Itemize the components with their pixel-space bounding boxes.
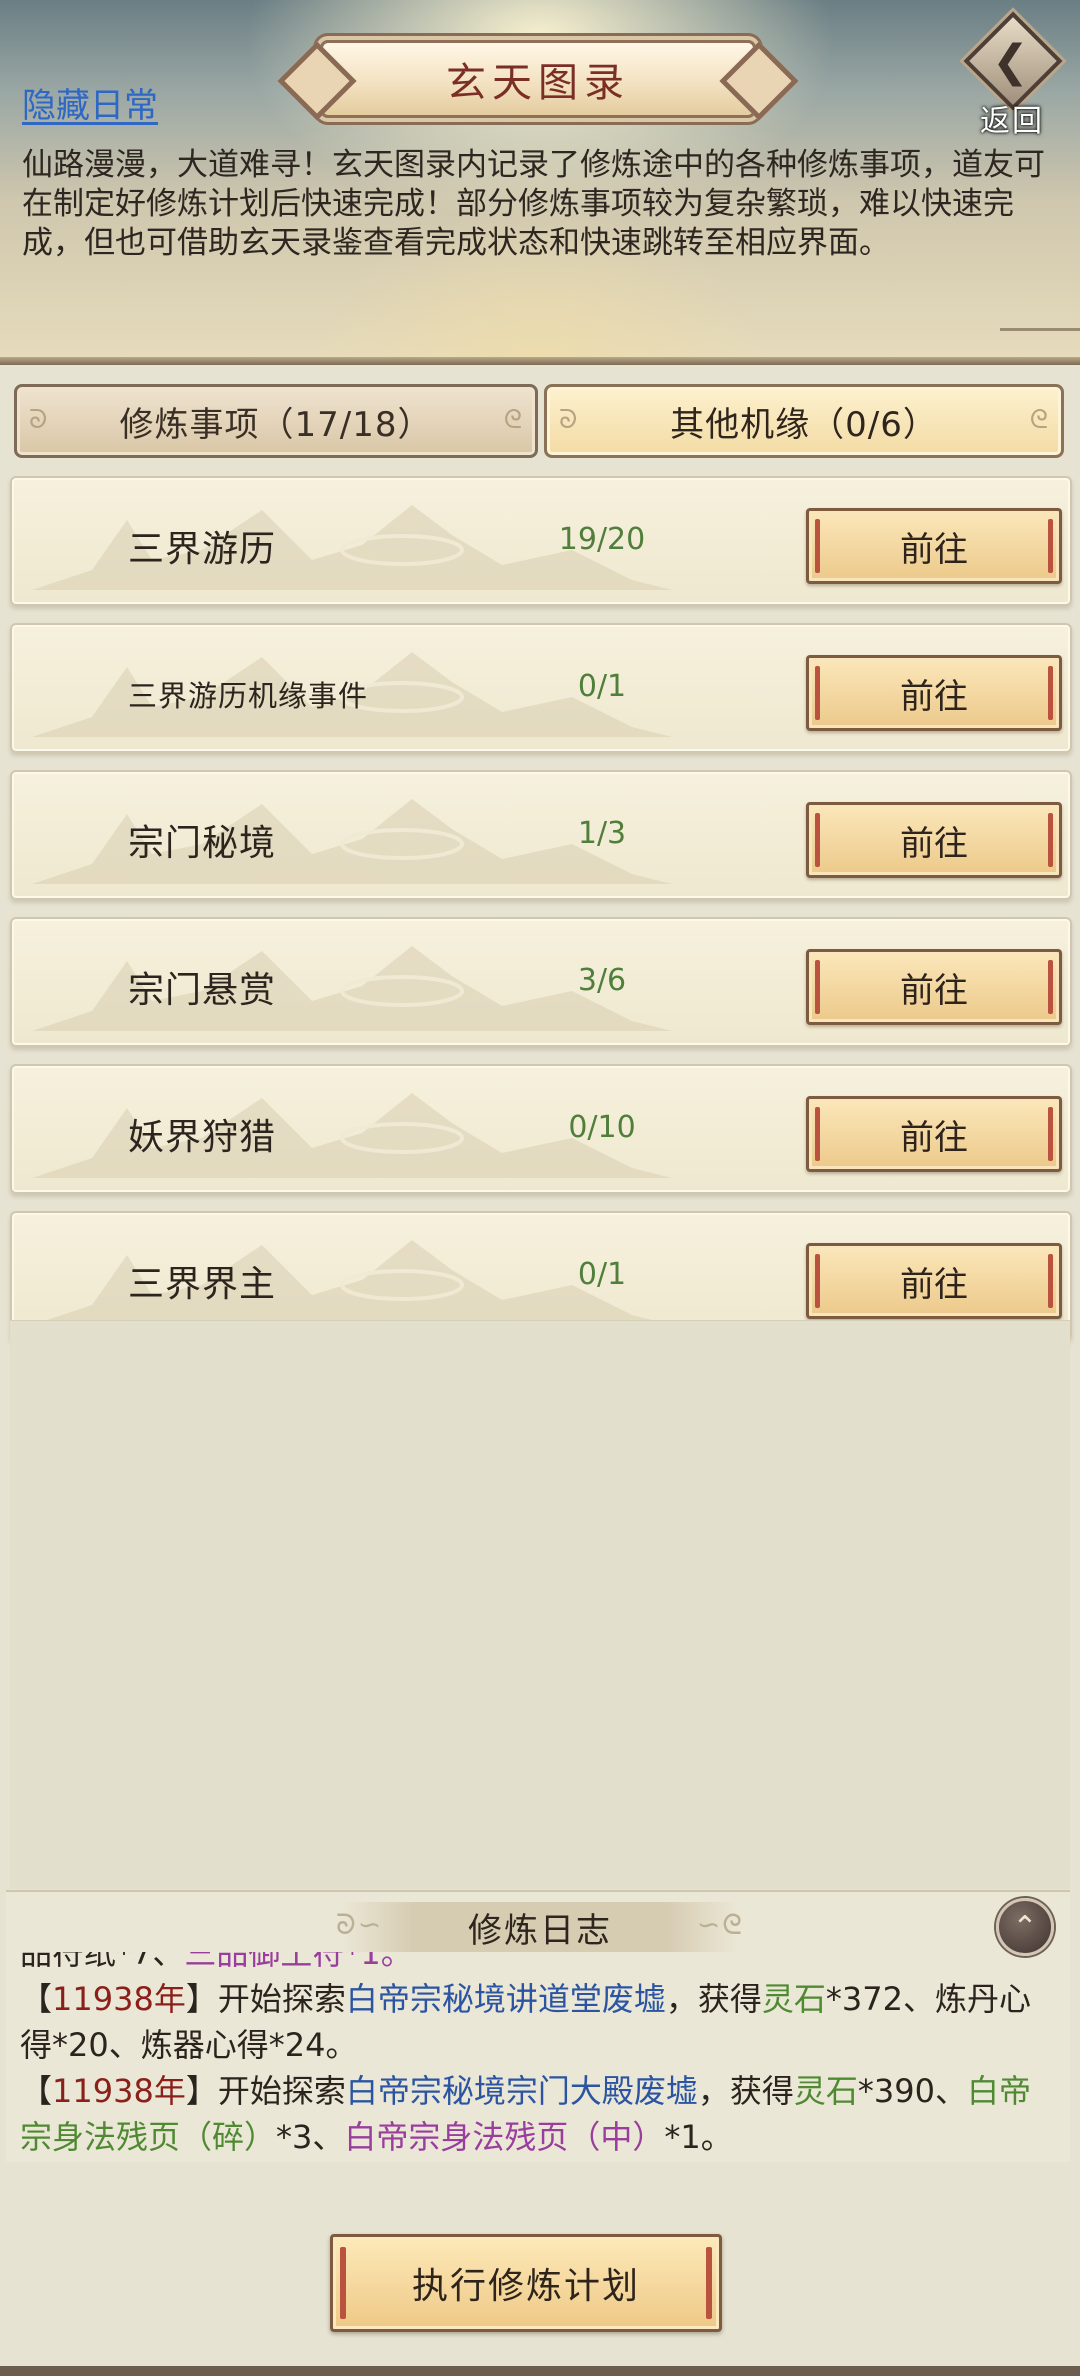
log-year: 11938年 <box>52 1980 186 2018</box>
task-count: 0/10 <box>568 1110 636 1145</box>
task-count: 3/6 <box>577 963 627 998</box>
log-sep: 、 <box>934 2072 967 2110</box>
header-divider-left <box>0 358 120 361</box>
log-item-qty: *390 <box>857 2072 935 2110</box>
tab-ornament-right-icon: ᘓ <box>503 405 523 435</box>
task-row: 三界游历机缘事件 0/1 前往 <box>10 623 1072 753</box>
back-label: 返回 <box>980 104 1044 139</box>
log-title-plate: ᘐ∽ 修炼日志 ∽ᘓ <box>336 1902 742 1952</box>
log-place: 白帝宗秘境宗门大殿废墟 <box>345 2072 698 2110</box>
log-action: 开始探索 <box>217 1980 346 2018</box>
cloud-ornament-right-icon: ∽ᘓ <box>696 1908 744 1941</box>
task-count: 1/3 <box>577 816 627 851</box>
task-row: 宗门秘境 1/3 前往 <box>10 770 1072 900</box>
hide-daily-link[interactable]: 隐藏日常 <box>22 78 158 127</box>
list-empty-area <box>10 1320 1070 1889</box>
chevron-up-icon: ⌃ <box>1012 1909 1038 1945</box>
task-count: 19/20 <box>558 522 646 557</box>
log-place: 白帝宗秘境讲道堂废墟 <box>345 1980 666 2018</box>
cloud-ornament-left-icon: ᘐ∽ <box>336 1908 384 1941</box>
log-item-green: 灵石 <box>793 2072 858 2110</box>
log-entry: 【11938年】开始探索白帝宗秘境讲道堂废墟，获得灵石*372、炼丹心得*20、… <box>20 1980 1031 2064</box>
log-action: 开始探索 <box>217 2072 346 2110</box>
log-gain: ，获得 <box>665 1980 762 2018</box>
back-arrow-icon: ❮ <box>992 36 1029 87</box>
goto-button[interactable]: 前往 <box>806 1096 1062 1172</box>
task-row: 三界游历 19/20 前往 <box>10 476 1072 606</box>
tab-ornament-right-icon: ᘓ <box>1029 405 1049 435</box>
log-entry: 【11938年】开始探索白帝宗秘境宗门大殿废墟，获得灵石*390、白帝宗身法残页… <box>20 2072 1032 2156</box>
goto-button[interactable]: 前往 <box>806 655 1062 731</box>
goto-button[interactable]: 前往 <box>806 802 1062 878</box>
log-item-qty: *3、 <box>276 2118 345 2156</box>
back-button[interactable]: ❮ 返回 <box>960 11 1063 139</box>
tab-ornament-left-icon: ᘐ <box>29 405 49 435</box>
log-year: 11938年 <box>52 2072 186 2110</box>
tab-other-opportunities-label: 其他机缘（0/6） <box>670 404 938 445</box>
task-name: 三界游历机缘事件 <box>128 679 369 713</box>
log-entry-partial: 品符纸*7、三品御土符*1。 <box>20 1952 1060 1976</box>
task-name: 妖界狩猎 <box>128 1117 277 1158</box>
tab-cultivation-items-label: 修炼事项（17/18） <box>119 404 433 445</box>
log-item-qty: *1。 <box>664 2118 733 2156</box>
task-name: 宗门悬赏 <box>128 970 277 1011</box>
task-list: 三界游历 19/20 前往 三界游历机缘事件 0/1 前往 宗门秘境 1/3 前… <box>10 476 1072 1358</box>
goto-button[interactable]: 前往 <box>806 949 1062 1025</box>
log-gain: ，获得 <box>697 2072 794 2110</box>
task-name: 宗门秘境 <box>128 823 277 864</box>
header-divider-right <box>1000 328 1080 331</box>
log-entries: 品符纸*7、三品御土符*1。 【11938年】开始探索白帝宗秘境讲道堂废墟，获得… <box>20 1952 1060 2162</box>
task-count: 0/1 <box>577 669 627 704</box>
log-title: 修炼日志 <box>468 1910 612 1951</box>
log-item-green: 灵石 <box>761 1980 826 2018</box>
tab-other-opportunities[interactable]: ᘐ 其他机缘（0/6） ᘓ <box>544 384 1064 458</box>
intro-text: 仙路漫漫，大道难寻！玄天图录内记录了修炼途中的各种修炼事项，道友可在制定好修炼计… <box>22 147 1045 261</box>
task-row: 妖界狩猎 0/10 前往 <box>10 1064 1072 1194</box>
bottom-border <box>0 2366 1080 2376</box>
task-name: 三界界主 <box>128 1264 277 1305</box>
task-row: 宗门悬赏 3/6 前往 <box>10 917 1072 1047</box>
log-item-text: 品符纸*7、 <box>20 1952 185 1972</box>
log-item-purple: 三品御土符*1。 <box>184 1952 413 1972</box>
collapse-log-button[interactable]: ⌃ <box>996 1898 1054 1956</box>
page-title-plate: 玄天图录 <box>320 40 756 118</box>
page-title: 玄天图录 <box>446 60 630 106</box>
tab-cultivation-items[interactable]: ᘐ 修炼事项（17/18） ᘓ <box>14 384 538 458</box>
goto-button[interactable]: 前往 <box>806 1243 1062 1319</box>
execute-plan-button[interactable]: 执行修炼计划 <box>330 2234 722 2332</box>
task-name: 三界游历 <box>128 529 277 570</box>
goto-button[interactable]: 前往 <box>806 508 1062 584</box>
log-item-purple: 白帝宗身法残页（中） <box>344 2118 665 2156</box>
tab-ornament-left-icon: ᘐ <box>559 405 579 435</box>
task-count: 0/1 <box>577 1257 627 1292</box>
